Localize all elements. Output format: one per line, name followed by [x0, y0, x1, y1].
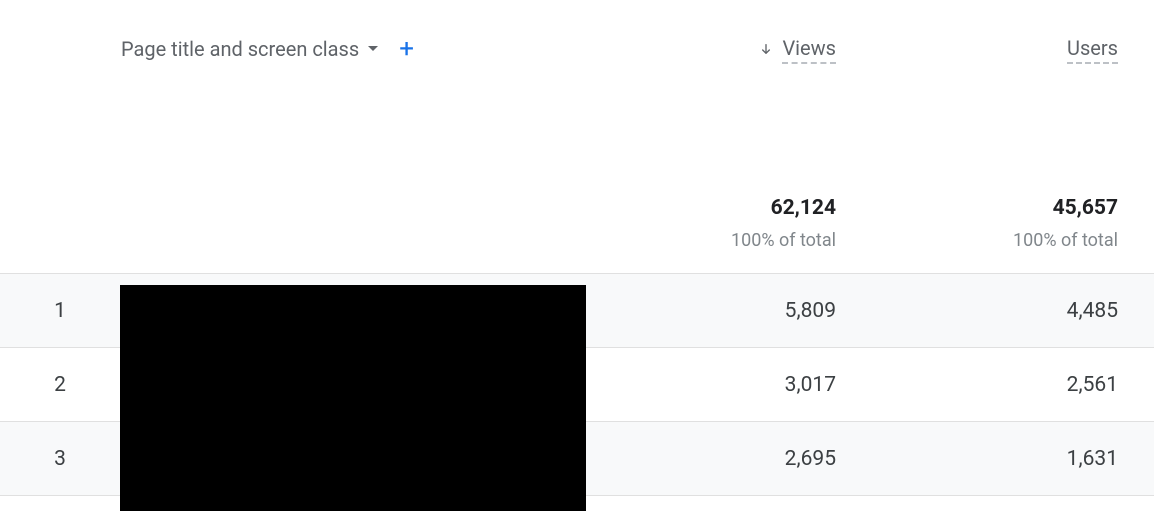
row-dimension — [120, 348, 590, 422]
row-dimension — [120, 422, 590, 496]
row-index: 1 — [0, 274, 120, 348]
dimension-label[interactable]: Page title and screen class — [121, 37, 359, 61]
row-users: 4,485 — [872, 274, 1154, 348]
metric-label-users: Users — [1067, 36, 1118, 64]
row-index: 2 — [0, 348, 120, 422]
row-views: 3,017 — [590, 348, 872, 422]
table-row[interactable]: 3 2,695 1,631 — [0, 422, 1154, 496]
row-index: 3 — [0, 422, 120, 496]
plus-icon[interactable]: + — [399, 36, 414, 62]
row-views: 2,695 — [590, 422, 872, 496]
analytics-table: Page title and screen class + Views User… — [0, 0, 1154, 496]
table-row[interactable]: 1 5,809 4,485 — [0, 274, 1154, 348]
row-views: 5,809 — [590, 274, 872, 348]
table-row[interactable]: 2 3,017 2,561 — [0, 348, 1154, 422]
totals-row: 62,124 100% of total 45,657 100% of tota… — [0, 76, 1154, 274]
metric-header-views[interactable]: Views — [758, 36, 836, 64]
total-views-sub: 100% of total — [591, 230, 836, 251]
row-dimension — [120, 274, 590, 348]
total-views-value: 62,124 — [591, 196, 836, 220]
metric-header-users[interactable]: Users — [1067, 36, 1118, 64]
arrow-down-icon — [758, 42, 774, 58]
dimension-header: Page title and screen class + — [121, 36, 589, 62]
row-users: 2,561 — [872, 348, 1154, 422]
total-users-sub: 100% of total — [873, 230, 1118, 251]
metric-label-views: Views — [782, 36, 836, 64]
row-users: 1,631 — [872, 422, 1154, 496]
total-users-value: 45,657 — [873, 196, 1118, 220]
header-row: Page title and screen class + Views User… — [0, 0, 1154, 76]
caret-down-icon[interactable] — [367, 45, 379, 53]
